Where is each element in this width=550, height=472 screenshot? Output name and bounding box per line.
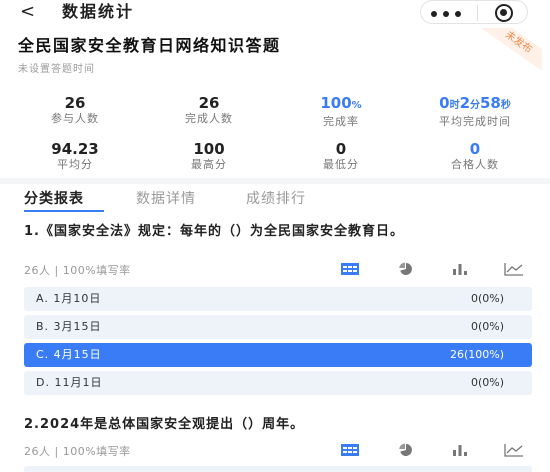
active-tab-indicator [24,210,104,212]
nav-bar: < 数据统计 [0,0,550,26]
mini-program-capsule [420,0,528,24]
stat-min-score: 0 最低分 [274,140,408,172]
rate-unit: % [351,100,362,111]
option-b-row: B. 3月15日 0(0%) [24,315,532,339]
stat-label: 完成人数 [185,112,233,125]
summary-card: 全民国家安全教育日网络知识答题 未设置答题时间 未发布 26 参与人数 26 完… [8,28,542,178]
minutes-unit: 分 [470,100,480,111]
table-icon[interactable] [340,262,360,276]
seconds-unit: 秒 [500,100,511,111]
stat-label: 合格人数 [451,158,499,171]
stat-label: 完成率 [323,115,359,128]
pie-chart-icon[interactable] [396,262,416,276]
stat-avg-score: 94.23 平均分 [8,140,142,172]
stat-completion-rate: 100% 完成率 [274,94,408,129]
stat-label: 最高分 [191,158,227,171]
stat-label: 平均分 [57,158,93,171]
tab-score-ranking[interactable]: 成绩排行 [246,190,306,208]
question-title: 1.《国家安全法》规定：每年的（）为全民国家安全教育日。 [24,224,404,239]
stat-value: 100% [274,94,408,115]
question-meta: 26人 | 100%填写率 [24,445,131,458]
report-tabs: 分类报表 数据详情 成绩排行 [0,186,550,214]
avg-seconds: 58 [480,94,501,112]
option-count: 0(0%) [470,376,504,389]
avg-minutes: 2 [459,94,470,112]
quiz-title: 全民国家安全教育日网络知识答题 [18,36,281,55]
option-c-row: C. 4月15日 26(100%) [24,343,532,367]
option-d-row: D. 11月1日 0(0%) [24,371,532,395]
tab-category-report[interactable]: 分类报表 [24,190,84,208]
hours-unit: 时 [449,100,460,111]
stat-pass-count: 0 合格人数 [408,140,542,172]
section-divider [0,178,550,184]
stat-value: 94.23 [51,140,99,158]
option-count: 0(0%) [470,292,504,305]
avg-hours: 0 [439,94,450,112]
pie-chart-icon[interactable] [396,443,416,457]
stat-value: 26 [64,94,86,112]
page-title: 数据统计 [62,2,135,21]
table-icon[interactable] [340,443,360,457]
capsule-divider [477,5,478,21]
stat-value: 0时2分58秒 [408,94,542,115]
stat-avg-time: 0时2分58秒 平均完成时间 [408,94,542,129]
question-meta: 26人 | 100%填写率 [24,264,131,277]
more-icon[interactable] [431,11,461,17]
tab-data-details[interactable]: 数据详情 [136,190,196,208]
rate-number: 100 [320,94,352,112]
answer-time-note: 未设置答题时间 [18,64,95,75]
stat-label: 最低分 [323,158,359,171]
stat-label: 平均完成时间 [439,115,511,128]
option-label: A. 1月10日 [36,292,102,305]
stat-value: 0 [335,140,347,158]
stats-grid: 26 参与人数 26 完成人数 100% 完成率 0时2分58秒 平均完成时间 … [8,88,542,178]
stat-participants: 26 参与人数 [8,94,142,126]
next-option-row-edge [24,466,532,472]
chart-type-switcher [340,262,530,276]
stat-value: 100 [193,140,225,158]
status-ribbon: 未发布 [475,28,542,77]
option-label: B. 3月15日 [36,320,102,333]
option-count: 26(100%) [449,348,504,361]
stat-completed: 26 完成人数 [142,94,276,126]
chart-type-switcher [340,443,530,457]
option-a-row: A. 1月10日 0(0%) [24,287,532,311]
stat-value: 26 [198,94,220,112]
back-icon[interactable]: < [20,1,35,23]
question-title: 2.2024年是总体国家安全观提出（）周年。 [24,417,305,432]
stat-value: 0 [469,140,481,158]
bar-chart-icon[interactable] [450,443,470,457]
line-chart-icon[interactable] [504,262,524,276]
option-label: D. 11月1日 [36,376,103,389]
stat-max-score: 100 最高分 [142,140,276,172]
line-chart-icon[interactable] [504,443,524,457]
stat-label: 参与人数 [51,112,99,125]
close-target-icon[interactable] [495,4,513,22]
option-count: 0(0%) [470,320,504,333]
option-label: C. 4月15日 [36,348,102,361]
bar-chart-icon[interactable] [450,262,470,276]
